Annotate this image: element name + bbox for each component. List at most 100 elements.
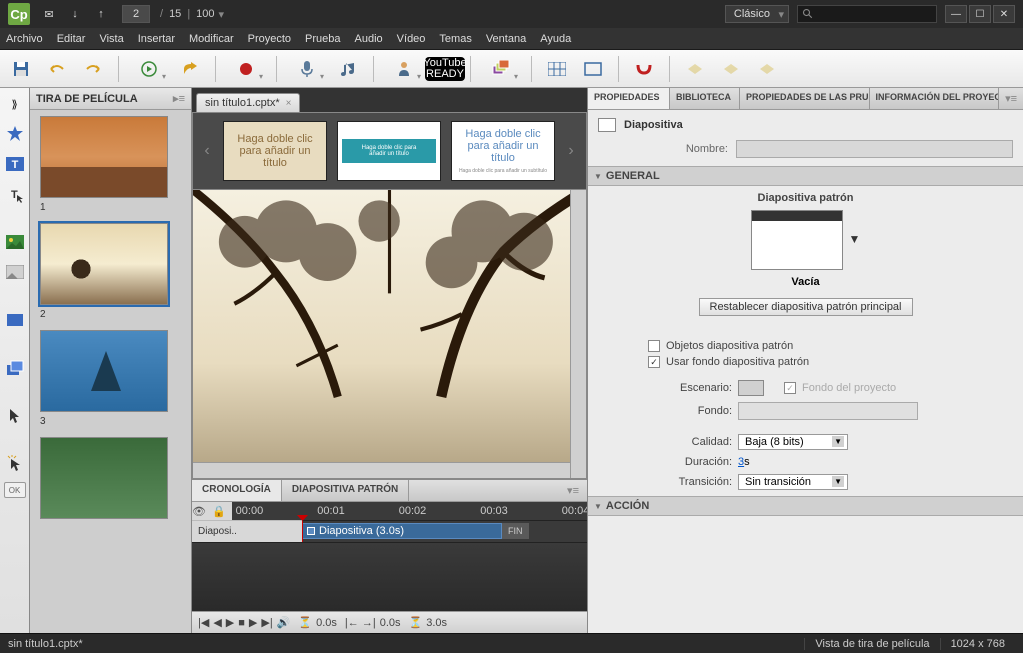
redo-button[interactable]	[78, 54, 108, 84]
upload-icon[interactable]: ↑	[92, 6, 110, 22]
reset-master-button[interactable]: Restablecer diapositiva patrón principal	[699, 298, 913, 316]
workspace-dropdown[interactable]: Clásico	[725, 5, 789, 23]
canvas-scrollbar-v[interactable]	[570, 190, 586, 478]
document-tab[interactable]: sin título1.cptx* ×	[196, 93, 300, 112]
props-options-icon[interactable]: ▾≡	[999, 88, 1023, 109]
maximize-button[interactable]: ☐	[969, 5, 991, 23]
menu-proyecto[interactable]: Proyecto	[248, 33, 291, 45]
lock-icon[interactable]: 🔒	[212, 505, 226, 518]
track-label[interactable]: Diaposi..	[192, 520, 302, 542]
layer-2-button[interactable]	[716, 54, 746, 84]
mic-button[interactable]	[287, 54, 327, 84]
markers-icon[interactable]: |← →|	[345, 617, 376, 629]
slides-button[interactable]	[481, 54, 521, 84]
ok-button[interactable]: OK	[4, 482, 26, 498]
section-action[interactable]: ACCIÓN	[588, 496, 1023, 516]
pointer-tool[interactable]	[3, 404, 27, 428]
transition-select[interactable]: Sin transición	[738, 474, 848, 490]
menu-temas[interactable]: Temas	[439, 33, 471, 45]
tab-biblioteca[interactable]: BIBLIOTECA	[670, 88, 740, 109]
master-dropdown-icon[interactable]: ▼	[849, 232, 861, 246]
undo-button[interactable]	[42, 54, 72, 84]
canvas[interactable]	[193, 189, 586, 478]
minimize-button[interactable]: —	[945, 5, 967, 23]
rect-tool[interactable]	[3, 308, 27, 332]
template-3[interactable]: Haga doble clic para añadir un títuloHag…	[451, 121, 555, 181]
panel-options-icon[interactable]: ▸≡	[173, 92, 185, 105]
menu-prueba[interactable]: Prueba	[305, 33, 340, 45]
mail-icon[interactable]: ✉	[40, 6, 58, 22]
menu-archivo[interactable]: Archivo	[6, 33, 43, 45]
name-input[interactable]	[736, 140, 1013, 158]
slide-thumb-2[interactable]	[40, 223, 168, 305]
search-input[interactable]	[797, 5, 937, 23]
master-thumb[interactable]	[751, 210, 843, 270]
stage-swatch[interactable]	[738, 380, 764, 396]
tl-prev-icon[interactable]: ◀	[213, 616, 221, 629]
tab-prop-prueba[interactable]: PROPIEDADES DE LAS PRUE	[740, 88, 870, 109]
template-prev-icon[interactable]: ‹	[201, 142, 213, 160]
canvas-scrollbar-h[interactable]	[193, 462, 570, 478]
template-next-icon[interactable]: ›	[565, 142, 577, 160]
tab-cronologia[interactable]: CRONOLOGÍA	[192, 480, 282, 501]
slide-thumb-4[interactable]	[40, 437, 168, 519]
menu-ventana[interactable]: Ventana	[486, 33, 526, 45]
tl-sound-icon[interactable]: 🔊	[277, 616, 291, 629]
cb-objects[interactable]	[648, 340, 660, 352]
expand-icon[interactable]: ⟫	[3, 92, 27, 116]
menu-insertar[interactable]: Insertar	[138, 33, 175, 45]
playhead[interactable]	[302, 521, 303, 542]
share-button[interactable]	[175, 54, 205, 84]
layers-tool[interactable]	[3, 356, 27, 380]
tl-stop-icon[interactable]: ■	[238, 617, 245, 629]
layer-3-button[interactable]	[752, 54, 782, 84]
zoom-level[interactable]: 100	[196, 8, 214, 20]
menu-video[interactable]: Vídeo	[397, 33, 426, 45]
play-button[interactable]	[129, 54, 169, 84]
section-general[interactable]: GENERAL	[588, 166, 1023, 186]
record-button[interactable]	[226, 54, 266, 84]
close-tab-icon[interactable]: ×	[286, 98, 292, 109]
track-body[interactable]: Diapositiva (3.0s) FIN	[302, 520, 587, 542]
download-icon[interactable]: ↓	[66, 6, 84, 22]
tab-diapositiva-patron[interactable]: DIAPOSITIVA PATRÓN	[282, 480, 409, 501]
tab-propiedades[interactable]: PROPIEDADES	[588, 88, 670, 109]
audio-note-button[interactable]	[333, 54, 363, 84]
star-tool[interactable]	[3, 122, 27, 146]
tl-play-icon[interactable]: ▶	[226, 616, 234, 629]
template-1[interactable]: Haga doble clic para añadir un título	[223, 121, 327, 181]
tl-first-icon[interactable]: |◀	[198, 616, 209, 629]
timeline-options-icon[interactable]: ▾≡	[559, 480, 587, 501]
quality-select[interactable]: Baja (8 bits)	[738, 434, 848, 450]
menu-editar[interactable]: Editar	[57, 33, 86, 45]
visibility-icon[interactable]: 👁	[192, 505, 206, 518]
menu-vista[interactable]: Vista	[99, 33, 123, 45]
timeline-ruler[interactable]: 00:00 00:01 00:02 00:03 00:04	[232, 502, 590, 520]
menu-ayuda[interactable]: Ayuda	[540, 33, 571, 45]
tl-last-icon[interactable]: ▶|	[261, 616, 272, 629]
close-button[interactable]: ✕	[993, 5, 1015, 23]
save-button[interactable]	[6, 54, 36, 84]
magic-pointer-tool[interactable]	[3, 452, 27, 476]
tab-info-proyecto[interactable]: INFORMACIÓN DEL PROYEC	[870, 88, 1000, 109]
image-2-tool[interactable]	[3, 260, 27, 284]
layer-1-button[interactable]	[680, 54, 710, 84]
text-tool[interactable]: T	[3, 152, 27, 176]
grid-view-button[interactable]	[542, 54, 572, 84]
timeline-clip[interactable]: Diapositiva (3.0s)	[302, 523, 502, 539]
tl-next-icon[interactable]: ▶	[249, 616, 257, 629]
slide-thumb-1[interactable]	[40, 116, 168, 198]
template-2[interactable]: Haga doble clic para añadir un título	[337, 121, 441, 181]
image-tool[interactable]	[3, 230, 27, 254]
youtube-button[interactable]: YouTubeREADY	[430, 54, 460, 84]
text-click-tool[interactable]: T	[3, 182, 27, 206]
single-view-button[interactable]	[578, 54, 608, 84]
cb-usebg[interactable]: ✓	[648, 356, 660, 368]
page-current-input[interactable]	[122, 5, 150, 23]
slide-thumb-3[interactable]	[40, 330, 168, 412]
menu-modificar[interactable]: Modificar	[189, 33, 234, 45]
snap-button[interactable]	[629, 54, 659, 84]
actor-button[interactable]	[384, 54, 424, 84]
menu-audio[interactable]: Audio	[355, 33, 383, 45]
zoom-dropdown-icon[interactable]: ▾	[219, 8, 225, 21]
